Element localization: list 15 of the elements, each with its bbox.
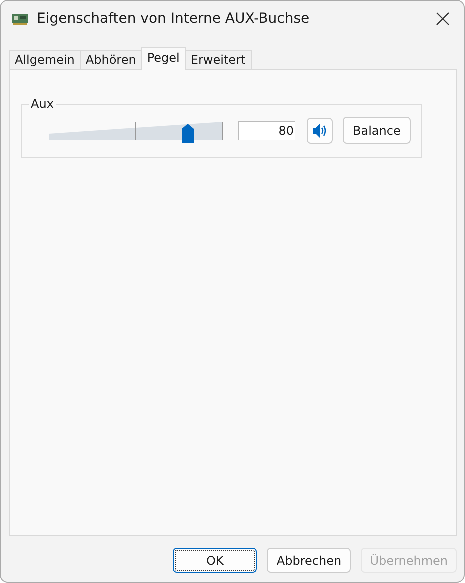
tab[interactable]: Erweitert bbox=[184, 50, 252, 69]
tab[interactable]: Pegel bbox=[141, 47, 186, 70]
speaker-icon bbox=[311, 122, 329, 140]
window-title: Eigenschaften von Interne AUX-Buchse bbox=[37, 11, 311, 27]
balance-button[interactable]: Balance bbox=[343, 117, 411, 144]
dialog-button[interactable]: OK bbox=[173, 548, 258, 573]
close-icon[interactable] bbox=[436, 12, 450, 26]
tab[interactable]: Allgemein bbox=[9, 50, 81, 69]
slider-thumb[interactable] bbox=[182, 124, 194, 142]
dialog-button[interactable]: Abbrechen bbox=[267, 548, 352, 573]
volume-slider[interactable] bbox=[49, 120, 223, 142]
group-label: Aux bbox=[29, 97, 56, 111]
mute-button[interactable] bbox=[307, 118, 333, 144]
level-field[interactable]: 80 bbox=[238, 121, 295, 140]
sound-card-icon bbox=[12, 13, 28, 25]
